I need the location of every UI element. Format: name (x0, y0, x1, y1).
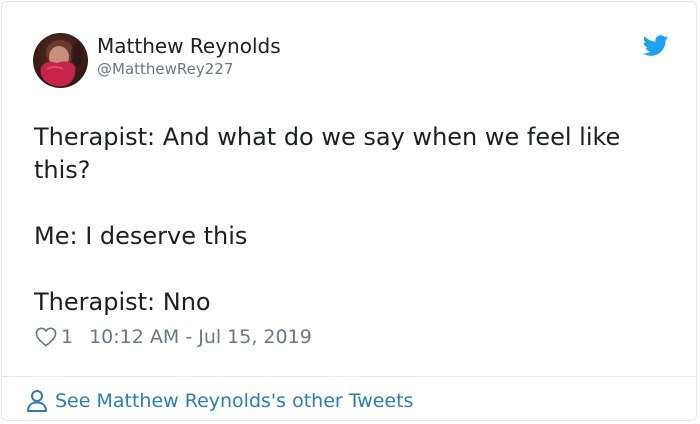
tweet-text: Therapist: And what do we say when we fe… (34, 121, 674, 319)
tweet-line: Therapist: And what do we say when we fe… (34, 123, 621, 184)
see-other-tweets-link[interactable]: See Matthew Reynolds's other Tweets (26, 388, 413, 414)
profile-photo-icon (40, 40, 83, 87)
author-avatar[interactable] (33, 33, 88, 88)
tweet-card: Matthew Reynolds @MatthewRey227 Therapis… (1, 1, 697, 421)
footer-divider (2, 376, 696, 377)
heart-icon[interactable] (35, 327, 57, 347)
tweet-line: Therapist: Nno (34, 288, 211, 316)
like-count[interactable]: 1 (61, 326, 73, 348)
author-display-name[interactable]: Matthew Reynolds (97, 34, 281, 58)
twitter-bird-icon[interactable] (643, 35, 669, 57)
tweet-line: Me: I deserve this (34, 222, 248, 250)
person-icon (27, 390, 47, 412)
author-handle[interactable]: @MatthewRey227 (97, 60, 233, 78)
see-other-tweets-label[interactable]: See Matthew Reynolds's other Tweets (55, 390, 413, 412)
tweet-meta: 1 10:12 AM - Jul 15, 2019 (35, 325, 312, 349)
tweet-timestamp[interactable]: 10:12 AM - Jul 15, 2019 (89, 326, 312, 348)
